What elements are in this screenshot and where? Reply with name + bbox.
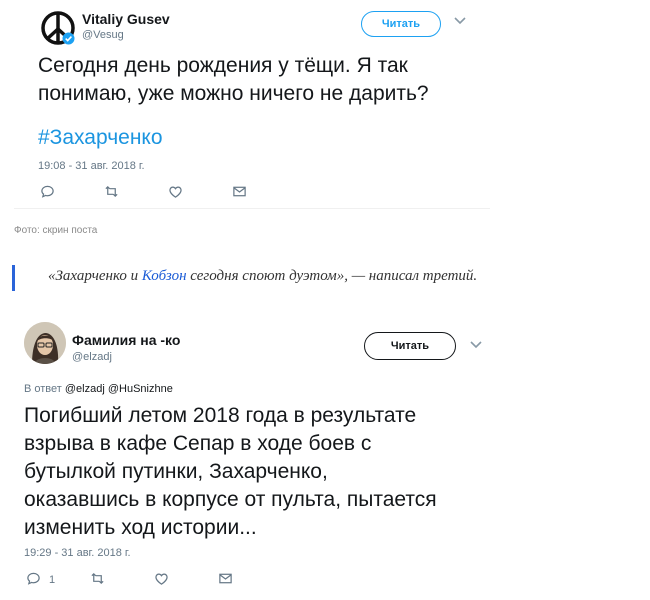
reply-button[interactable]: 1: [26, 571, 90, 589]
retweet-button[interactable]: [90, 571, 154, 589]
reply-icon: [26, 571, 41, 589]
tweet-text-line: взрыва в кафе Сепар в ходе боев с: [24, 432, 372, 455]
like-icon: [168, 184, 183, 202]
author-handle[interactable]: @elzadj: [72, 351, 112, 363]
tweet-actions: [40, 184, 296, 202]
avatar[interactable]: [24, 322, 66, 364]
retweet-icon: [104, 184, 119, 202]
author-name[interactable]: Vitaliy Gusev: [82, 11, 170, 27]
tweet-timestamp[interactable]: 19:29 - 31 авг. 2018 г.: [24, 547, 131, 559]
quote-text: «Захарченко и: [48, 268, 142, 284]
tweet-text-line: бутылкой путинки, Захарченко,: [24, 460, 328, 483]
verified-badge-icon: [62, 32, 75, 50]
tweet-card-2: Фамилия на -ко @elzadj Читать В ответ @e…: [14, 310, 490, 600]
chevron-down-icon[interactable]: [454, 16, 466, 28]
reply-count: 1: [49, 574, 56, 586]
hashtag-link[interactable]: #Захарченко: [38, 124, 163, 152]
dm-icon: [218, 571, 233, 589]
replying-users-link[interactable]: @elzadj @HuSnizhne: [65, 383, 173, 395]
dm-button[interactable]: [218, 571, 282, 589]
follow-button[interactable]: Читать: [364, 332, 456, 360]
reply-icon: [40, 184, 55, 202]
tweet-actions: 1: [26, 571, 282, 589]
tweet-text-line: Погибший летом 2018 года в результате: [24, 404, 417, 427]
chevron-down-icon[interactable]: [470, 340, 482, 352]
author-name[interactable]: Фамилия на -ко: [72, 332, 180, 348]
article-quote: «Захарченко и Кобзон сегодня споют дуэто…: [48, 268, 477, 285]
replying-prefix: В ответ: [24, 383, 62, 395]
quote-text: сегодня споют дуэтом», — написал третий.: [186, 268, 478, 284]
like-button[interactable]: [168, 184, 232, 202]
tweet-card-1: Vitaliy Gusev @Vesug Читать Сегодня день…: [14, 0, 490, 209]
photo-caption: Фото: скрин поста: [14, 225, 98, 236]
tweet-timestamp[interactable]: 19:08 - 31 авг. 2018 г.: [38, 160, 145, 172]
reply-button[interactable]: [40, 184, 104, 202]
tweet-text-line: Сегодня день рождения у тёщи. Я так: [38, 54, 408, 77]
like-button[interactable]: [154, 571, 218, 589]
dm-button[interactable]: [232, 184, 296, 202]
dm-icon: [232, 184, 247, 202]
retweet-icon: [90, 571, 105, 589]
quote-bar: [12, 265, 15, 291]
tweet-text: Погибший летом 2018 года в результате вз…: [24, 402, 437, 542]
tweet-text-line: оказавшись в корпусе от пульта, пытается: [24, 488, 437, 511]
like-icon: [154, 571, 169, 589]
tweet-text-line: понимаю, уже можно ничего не дарить?: [38, 82, 429, 105]
author-handle[interactable]: @Vesug: [82, 29, 124, 41]
quote-link[interactable]: Кобзон: [142, 268, 187, 284]
follow-button[interactable]: Читать: [361, 11, 441, 37]
tweet-text-line: изменить ход истории...: [24, 516, 257, 539]
retweet-button[interactable]: [104, 184, 168, 202]
tweet-text: Сегодня день рождения у тёщи. Я так пони…: [38, 52, 429, 108]
replying-to: В ответ @elzadj @HuSnizhne: [24, 383, 173, 395]
